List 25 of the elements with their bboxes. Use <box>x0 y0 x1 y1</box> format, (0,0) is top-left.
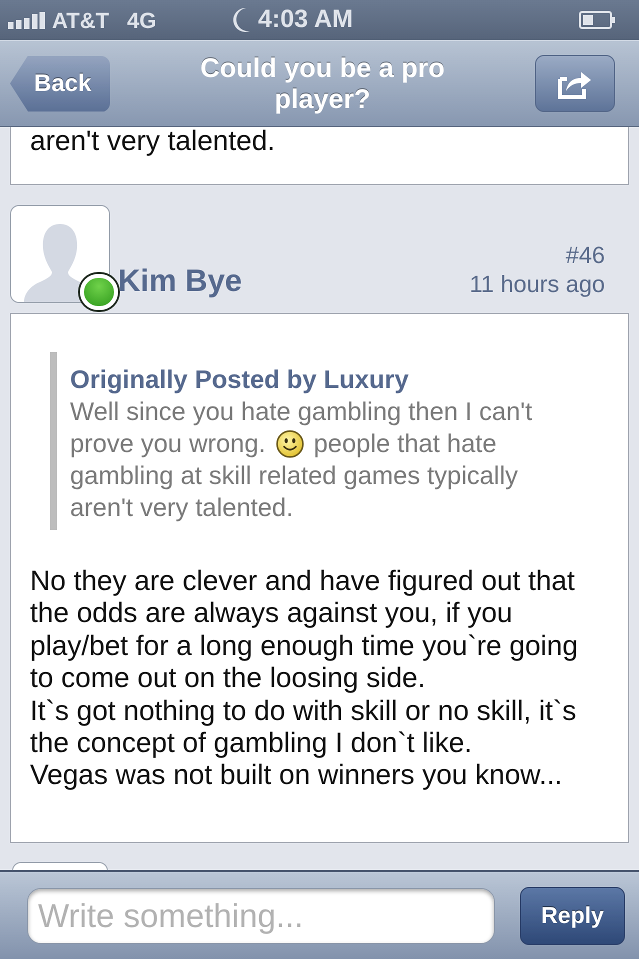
quote-attribution: Originally Posted by Luxury <box>70 365 410 396</box>
battery-icon <box>579 11 615 29</box>
clock-time: 4:03 AM <box>258 4 353 36</box>
post-text: It`s got nothing to do with skill or no skill, it`s the concept of gambling I don`t like. <box>30 694 578 760</box>
quote-text: prove you wrong. <box>70 429 266 460</box>
carrier-label: AT&T <box>52 6 110 34</box>
post-time: 11 hours ago <box>470 270 605 299</box>
post-number: #46 <box>566 241 605 270</box>
smiley-icon <box>276 430 304 458</box>
network-label: 4G <box>127 6 156 34</box>
share-button[interactable] <box>535 55 615 112</box>
author-name: Kim Bye <box>118 264 242 298</box>
post-text: aren't very talented. <box>30 127 276 155</box>
back-button[interactable]: Back <box>10 56 110 112</box>
screen-title: Could you be a pro player? <box>199 52 446 114</box>
quote-text: aren't very talented. <box>70 493 294 524</box>
quote-text: gambling at skill related games typically <box>70 461 518 492</box>
quote-text: people that hate <box>314 429 497 460</box>
post-text: No they are clever and have figured out that the odds are always against you, if you play/bet for a long enough time you`re going to come out on the loosing side. <box>30 565 579 695</box>
quote-text: Well since you hate gambling then I can't <box>70 397 532 428</box>
moon-icon <box>232 8 250 32</box>
signal-icon <box>8 12 45 28</box>
reply-button[interactable]: Reply <box>520 886 625 944</box>
reply-input[interactable]: Write something... <box>27 888 495 944</box>
post-text: Vegas was not built on winners you know... <box>30 759 564 792</box>
